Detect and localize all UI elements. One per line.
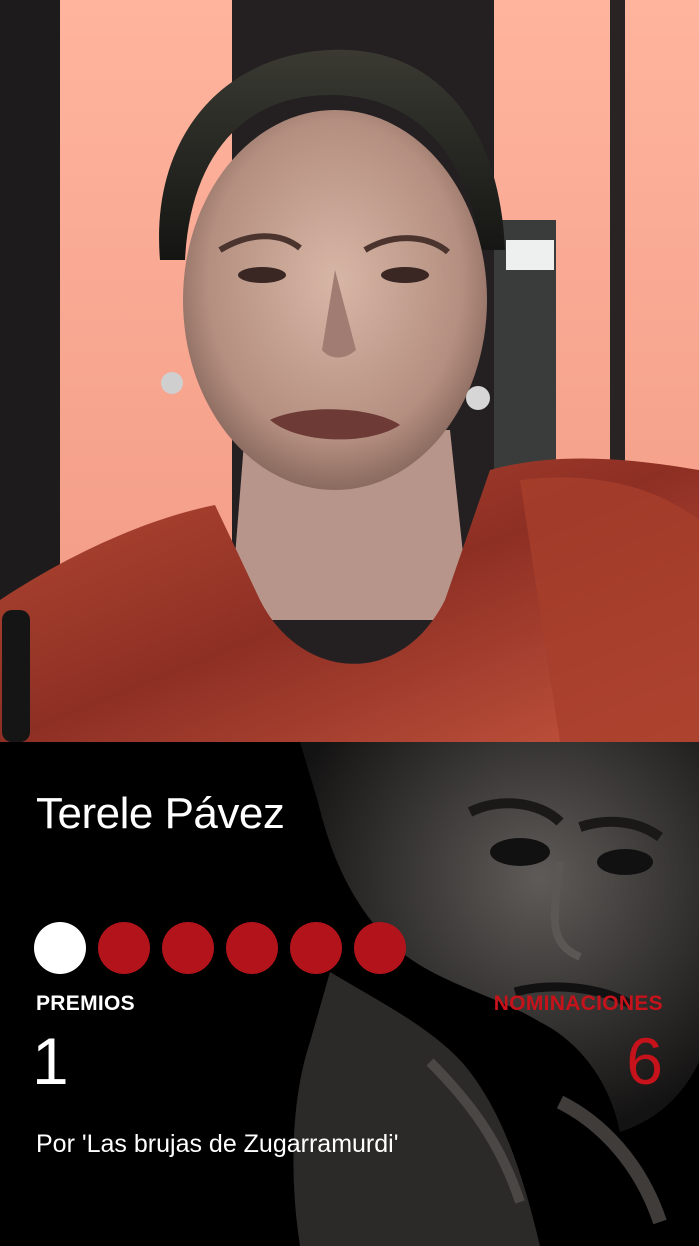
nomination-dot: [162, 922, 214, 974]
film-title: Por 'Las brujas de Zugarramurdi': [36, 1130, 399, 1158]
premios-count: 1: [32, 1024, 69, 1098]
nominaciones-label: NOMINACIONES: [493, 992, 663, 1015]
award-card: Terele Pávez PREMIOS 1 NOMINACIONES 6 Po…: [0, 0, 699, 1246]
nomination-dot: [98, 922, 150, 974]
nomination-dot: [226, 922, 278, 974]
nomination-dot: [290, 922, 342, 974]
nomination-dot: [354, 922, 406, 974]
premios-label: PREMIOS: [36, 992, 135, 1015]
win-dot: [34, 922, 86, 974]
nominaciones-count: 6: [626, 1024, 663, 1098]
award-dots: [34, 922, 406, 974]
portrait-photo: [0, 0, 699, 742]
person-name: Terele Pávez: [36, 789, 285, 838]
info-panel: Terele Pávez PREMIOS 1 NOMINACIONES 6 Po…: [0, 742, 699, 1246]
